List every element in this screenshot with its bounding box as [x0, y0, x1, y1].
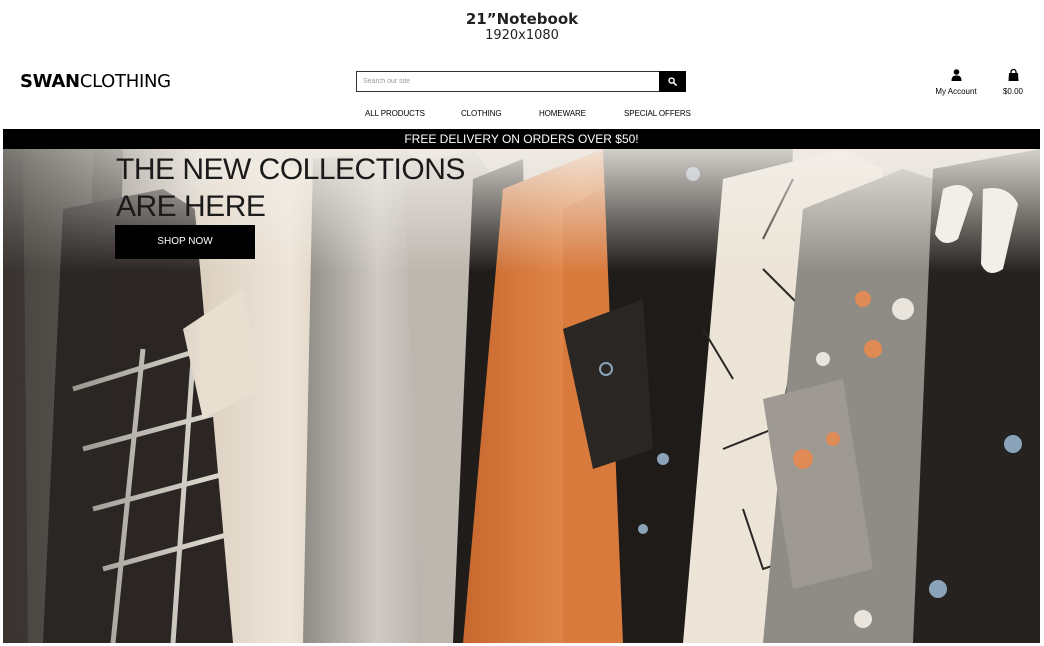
search-input[interactable] — [356, 71, 659, 92]
search-form — [356, 71, 686, 92]
device-caption: 21”Notebook 1920x1080 — [0, 10, 1044, 44]
shopping-bag-icon — [1008, 68, 1018, 81]
nav-item-all-products[interactable]: ALL PRODUCTS — [365, 109, 425, 118]
logo-regular-text: CLOTHING — [79, 71, 171, 92]
logo-bold-text: SWAN — [20, 71, 80, 92]
main-nav: ALL PRODUCTS CLOTHING HOMEWARE SPECIAL O… — [0, 109, 1044, 121]
delivery-banner: FREE DELIVERY ON ORDERS OVER $50! — [3, 129, 1040, 149]
nav-item-clothing[interactable]: CLOTHING — [461, 109, 502, 118]
nav-item-special-offers[interactable]: SPECIAL OFFERS — [624, 109, 691, 118]
cart-link[interactable]: $0.00 — [999, 68, 1027, 96]
hero-title: THE NEW COLLECTIONS ARE HERE — [116, 153, 465, 223]
user-icon — [951, 69, 961, 81]
search-icon — [668, 77, 677, 86]
nav-item-homeware[interactable]: HOMEWARE — [539, 109, 586, 118]
shop-now-button[interactable]: SHOP NOW — [115, 225, 255, 259]
cart-total: $0.00 — [1002, 87, 1024, 96]
device-resolution: 1920x1080 — [485, 28, 559, 43]
device-name: 21”Notebook — [465, 10, 579, 28]
my-account-link[interactable]: My Account — [930, 68, 982, 96]
search-button[interactable] — [659, 71, 686, 92]
account-label: My Account — [935, 87, 977, 96]
site-logo[interactable]: SWANCLOTHING — [20, 71, 171, 92]
hero-section: THE NEW COLLECTIONS ARE HERE SHOP NOW — [3, 149, 1040, 643]
